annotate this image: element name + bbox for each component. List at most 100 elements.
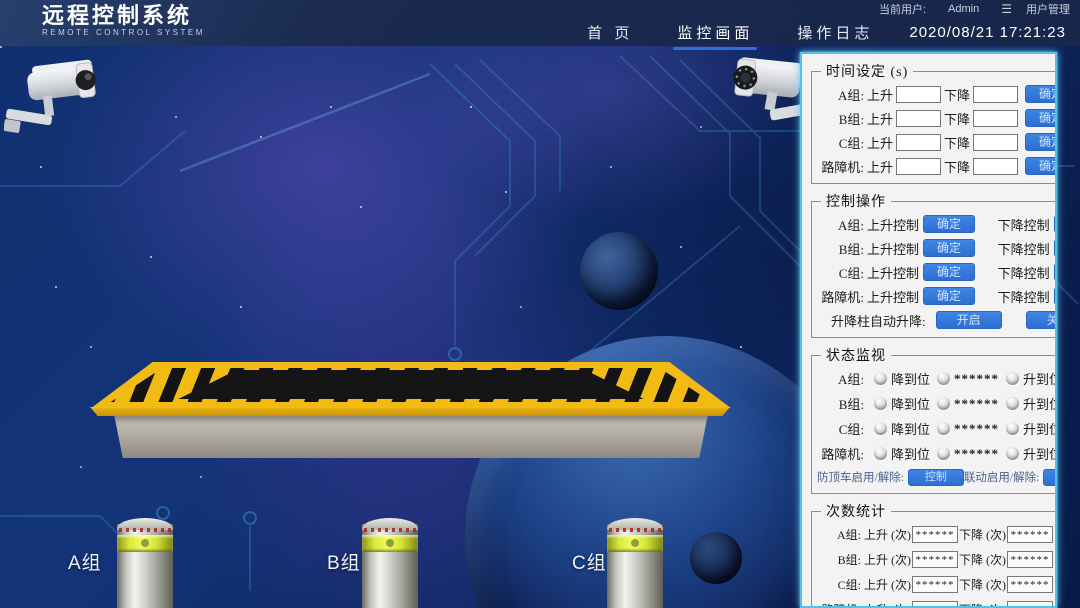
down-count-value: ****** bbox=[1007, 526, 1053, 543]
bollard-group-c bbox=[607, 518, 663, 608]
status-row-c: C组: 降到位 ****** 升到位 bbox=[817, 416, 1055, 441]
group-c-label: C组 bbox=[572, 553, 607, 574]
up-count-value: ****** bbox=[912, 551, 958, 568]
down-label: 下降 bbox=[944, 111, 971, 127]
up-count-value: ****** bbox=[912, 601, 958, 606]
time-row-a: A组: 上升 下降 确定 bbox=[817, 82, 1055, 106]
user-management-link[interactable]: 用户管理 bbox=[1026, 1, 1070, 17]
up-confirm-button-barrier[interactable]: 确定 bbox=[923, 287, 976, 305]
time-up-input-barrier[interactable] bbox=[896, 157, 942, 175]
row-label: A组: bbox=[837, 217, 864, 233]
mid-position-led bbox=[937, 397, 951, 410]
anti-smash-control-button[interactable]: 控制 bbox=[907, 468, 964, 486]
remote-control-app: A组 B组 C组 远程控制系统 REMOTE CONTROL SYSTEM 当前… bbox=[0, 0, 1080, 608]
mid-position-led bbox=[937, 422, 951, 435]
down-count-value: ****** bbox=[1007, 601, 1053, 606]
time-up-input-a[interactable] bbox=[896, 85, 942, 103]
mid-status-value: ****** bbox=[954, 370, 1000, 386]
down-count-label: 下降 (次) bbox=[959, 578, 1006, 592]
up-position-led bbox=[1006, 422, 1020, 435]
bollard-logo-mark bbox=[386, 539, 394, 547]
row-label: 路障机: bbox=[821, 447, 864, 462]
down-ok-label: 降到位 bbox=[891, 397, 931, 412]
barrier-rim bbox=[90, 407, 730, 416]
count-row-a: A组: 上升 (次) ****** 下降 (次) ****** bbox=[817, 522, 1055, 547]
bollard-logo-mark bbox=[141, 539, 149, 547]
up-ok-label: 升到位 bbox=[1023, 372, 1055, 387]
time-up-input-c[interactable] bbox=[896, 133, 942, 151]
down-confirm-button-c[interactable]: 确定 bbox=[1053, 263, 1055, 281]
down-ok-label: 降到位 bbox=[891, 372, 931, 387]
time-confirm-button-barrier[interactable]: 确定 bbox=[1025, 157, 1055, 175]
down-confirm-button-b[interactable]: 确定 bbox=[1053, 239, 1055, 257]
planet-small-bottom bbox=[690, 532, 742, 584]
time-down-input-barrier[interactable] bbox=[973, 157, 1019, 175]
up-label: 上升 bbox=[867, 159, 894, 175]
count-row-c: C组: 上升 (次) ****** 下降 (次) ****** bbox=[817, 572, 1055, 597]
mid-status-value: ****** bbox=[954, 420, 1000, 436]
row-label: C组: bbox=[838, 135, 864, 151]
down-confirm-button-a[interactable]: 确定 bbox=[1053, 215, 1055, 233]
up-control-label: 上升控制 bbox=[867, 265, 920, 281]
current-user-name: Admin bbox=[948, 3, 980, 15]
time-row-c: C组: 上升 下降 确定 bbox=[817, 130, 1055, 154]
linkage-control-button[interactable]: 控制 bbox=[1043, 468, 1055, 486]
app-subtitle: REMOTE CONTROL SYSTEM bbox=[42, 28, 205, 37]
control-operations-section: 控制操作 A组: 上升控制 确定 下降控制 确定 B组: 上升控制 确定 下降控… bbox=[811, 191, 1055, 338]
row-label: B组: bbox=[838, 111, 864, 127]
control-operations-legend: 控制操作 bbox=[826, 195, 886, 210]
control-row-c: C组: 上升控制 确定 下降控制 确定 bbox=[817, 260, 1055, 284]
time-row-barrier: 路障机: 上升 下降 确定 bbox=[817, 154, 1055, 178]
control-panel: 时间设定 (s) A组: 上升 下降 确定 B组: 上升 下降 确定 C组: bbox=[800, 52, 1057, 608]
up-confirm-button-a[interactable]: 确定 bbox=[923, 215, 976, 233]
cctv-camera-left-icon bbox=[4, 59, 96, 133]
count-row-b: B组: 上升 (次) ****** 下降 (次) ****** bbox=[817, 547, 1055, 572]
main-nav: 首 页 监控画面 操作日志 2020/08/21 17:21:23 bbox=[565, 16, 1080, 51]
down-count-label: 下降 (次) bbox=[959, 553, 1006, 567]
up-label: 上升 bbox=[867, 87, 894, 103]
nav-monitor[interactable]: 监控画面 bbox=[655, 16, 775, 51]
nav-logs[interactable]: 操作日志 bbox=[775, 16, 895, 51]
up-count-label: 上升 (次) bbox=[864, 578, 911, 592]
up-label: 上升 bbox=[867, 135, 894, 151]
down-control-label: 下降控制 bbox=[997, 241, 1050, 257]
time-down-input-a[interactable] bbox=[973, 85, 1019, 103]
time-down-input-b[interactable] bbox=[973, 109, 1019, 127]
row-label: B组: bbox=[837, 553, 861, 567]
bollard-group-b bbox=[362, 518, 418, 608]
mid-position-led bbox=[937, 372, 951, 385]
down-position-led bbox=[874, 397, 887, 410]
down-count-value: ****** bbox=[1007, 551, 1053, 568]
down-count-label: 下降 (次) bbox=[959, 601, 1006, 606]
up-count-value: ****** bbox=[912, 526, 958, 543]
up-confirm-button-c[interactable]: 确定 bbox=[923, 263, 976, 281]
time-confirm-button-a[interactable]: 确定 bbox=[1025, 85, 1055, 103]
bollard-warning-lights bbox=[364, 528, 416, 532]
count-statistics-section: 次数统计 A组: 上升 (次) ****** 下降 (次) ****** B组:… bbox=[811, 501, 1055, 606]
group-b-label: B组 bbox=[327, 553, 361, 574]
row-label: A组: bbox=[837, 372, 864, 387]
up-confirm-button-b[interactable]: 确定 bbox=[923, 239, 976, 257]
up-count-label: 上升 (次) bbox=[864, 528, 911, 542]
control-row-b: B组: 上升控制 确定 下降控制 确定 bbox=[817, 236, 1055, 260]
auto-open-button[interactable]: 开启 bbox=[935, 311, 1002, 329]
datetime-display: 2020/08/21 17:21:23 bbox=[909, 24, 1066, 41]
time-confirm-button-c[interactable]: 确定 bbox=[1025, 133, 1055, 151]
status-row-barrier: 路障机: 降到位 ****** 升到位 bbox=[817, 441, 1055, 466]
time-confirm-button-b[interactable]: 确定 bbox=[1025, 109, 1055, 127]
auto-close-button[interactable]: 关闭 bbox=[1025, 311, 1055, 329]
auto-lift-row: 升降柱自动升降: 开启 关闭 bbox=[817, 308, 1055, 332]
hamburger-icon[interactable]: ☰ bbox=[1001, 2, 1012, 16]
time-settings-section: 时间设定 (s) A组: 上升 下降 确定 B组: 上升 下降 确定 C组: bbox=[811, 61, 1055, 184]
row-label: C组: bbox=[838, 422, 864, 437]
status-control-row: 防顶车启用/解除: 控制 联动启用/解除: 控制 bbox=[817, 466, 1055, 488]
up-control-label: 上升控制 bbox=[867, 241, 920, 257]
nav-home[interactable]: 首 页 bbox=[565, 16, 655, 51]
time-down-input-c[interactable] bbox=[973, 133, 1019, 151]
down-ok-label: 降到位 bbox=[891, 447, 931, 462]
down-position-led bbox=[874, 447, 887, 460]
down-confirm-button-barrier[interactable]: 确定 bbox=[1053, 287, 1055, 305]
count-row-barrier: 路障机: 上升 (次) ****** 下降 (次) ****** bbox=[817, 597, 1055, 606]
time-up-input-b[interactable] bbox=[896, 109, 942, 127]
status-row-a: A组: 降到位 ****** 升到位 bbox=[817, 366, 1055, 391]
